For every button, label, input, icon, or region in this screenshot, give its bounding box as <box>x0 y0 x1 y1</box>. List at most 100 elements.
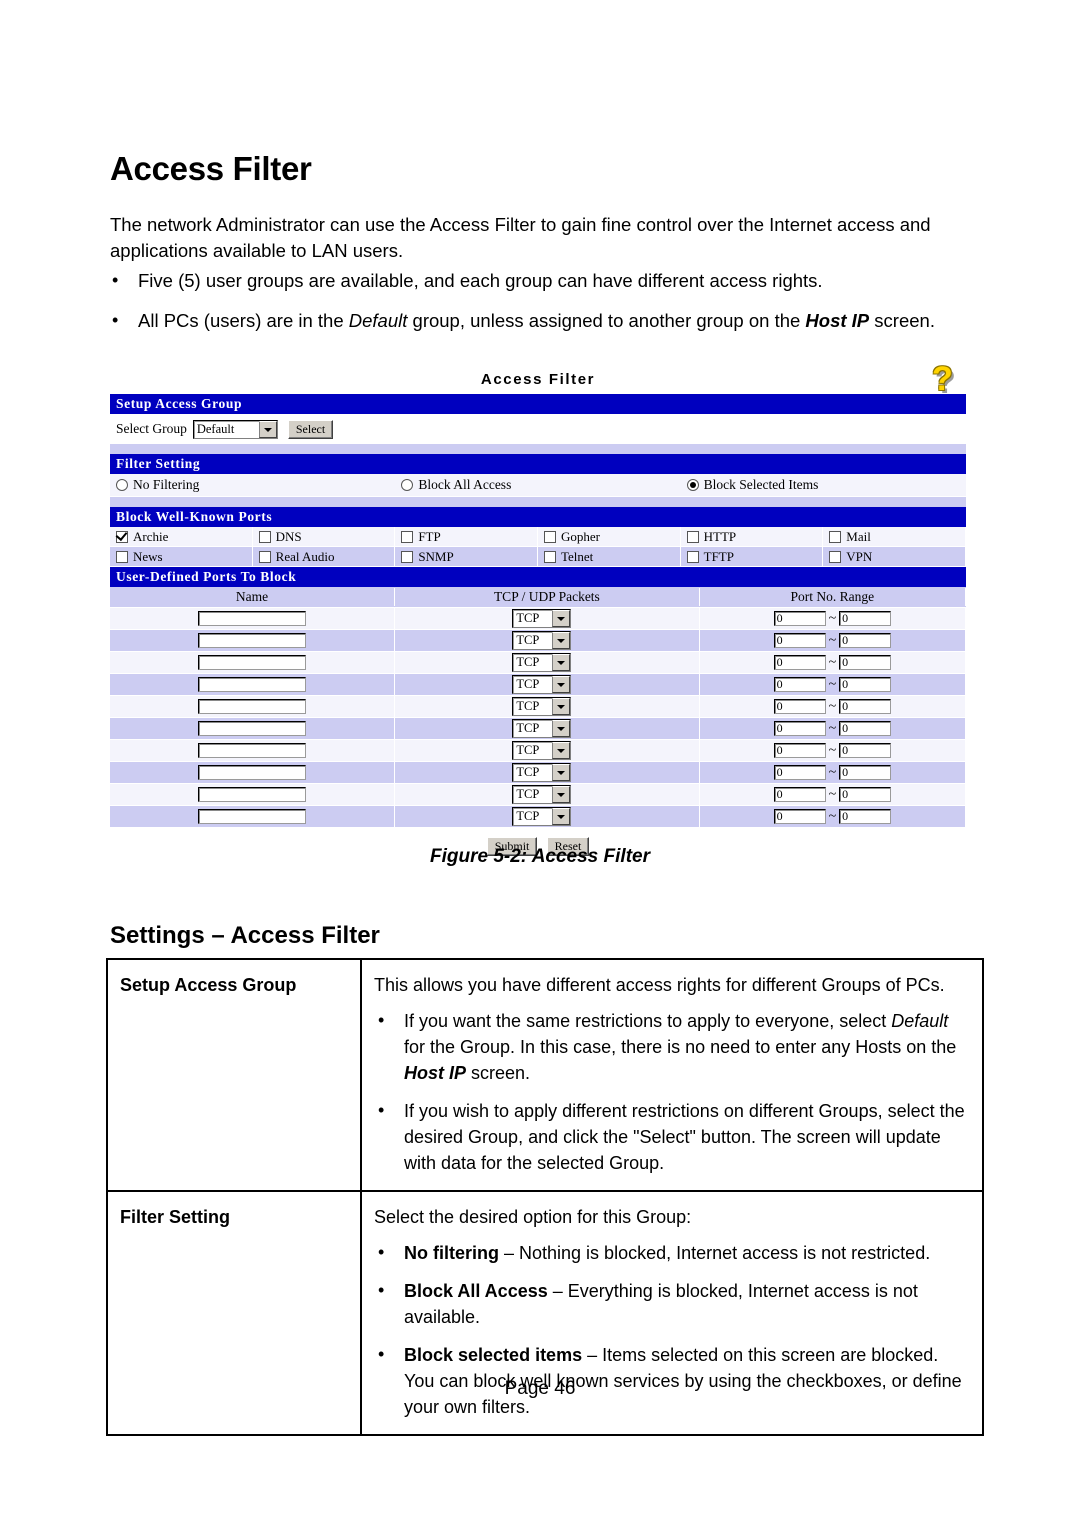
table-row: TCP ~ <box>110 674 966 696</box>
checkbox-gopher[interactable]: Gopher <box>537 527 681 547</box>
bullet-text-italic: Default <box>348 310 408 331</box>
port-range-cell: ~ <box>700 784 966 805</box>
protocol-select[interactable]: TCP <box>512 631 572 650</box>
checkbox-label: DNS <box>275 528 302 544</box>
checkbox-label: HTTP <box>703 528 737 544</box>
range-separator: ~ <box>828 632 837 648</box>
radio-option-no-filtering[interactable]: No Filtering <box>110 477 395 493</box>
port-start-input[interactable] <box>773 721 826 736</box>
checkbox-mail[interactable]: Mail <box>823 527 966 547</box>
chevron-down-icon <box>552 764 571 781</box>
protocol-select[interactable]: TCP <box>512 807 572 826</box>
select-button[interactable]: Select <box>287 419 334 439</box>
port-start-input[interactable] <box>773 633 826 648</box>
port-start-input[interactable] <box>773 765 826 780</box>
port-end-input[interactable] <box>839 721 892 736</box>
port-name-input[interactable] <box>198 787 307 802</box>
protocol-select[interactable]: TCP <box>512 719 572 738</box>
bullet-term: No filtering <box>404 1243 499 1263</box>
protocol-select[interactable]: TCP <box>512 741 572 760</box>
checkbox-dns[interactable]: DNS <box>252 527 396 547</box>
protocol-cell: TCP <box>395 784 700 805</box>
port-name-input[interactable] <box>198 655 307 670</box>
port-end-input[interactable] <box>839 743 892 758</box>
group-select[interactable]: Default <box>192 419 278 439</box>
section-header-setup-access-group: Setup Access Group <box>110 394 966 414</box>
checkbox-archie[interactable]: Archie <box>110 527 253 547</box>
chevron-down-icon <box>552 720 571 737</box>
checkbox-ftp[interactable]: FTP <box>395 527 538 547</box>
table-row: TCP ~ <box>110 718 966 740</box>
port-start-input[interactable] <box>773 809 826 824</box>
port-start-input[interactable] <box>773 743 826 758</box>
port-end-input[interactable] <box>839 765 892 780</box>
port-end-input[interactable] <box>839 787 892 802</box>
bullet-text-bolditalic: Host IP <box>805 310 870 331</box>
radio-option-block-all-access[interactable]: Block All Access <box>395 477 680 493</box>
page-number: Page 46 <box>504 1378 576 1399</box>
checkbox-tftp[interactable]: TFTP <box>680 547 824 567</box>
port-end-input[interactable] <box>839 677 892 692</box>
port-start-input[interactable] <box>773 655 826 670</box>
port-start-input[interactable] <box>773 677 826 692</box>
port-name-input[interactable] <box>198 699 307 714</box>
port-name-input[interactable] <box>198 743 307 758</box>
protocol-select[interactable]: TCP <box>512 785 572 804</box>
well-known-ports-row-1: Archie DNS FTP Gopher HTTP Mail <box>110 527 966 547</box>
checkbox-label: News <box>133 548 163 564</box>
checkbox-real-audio[interactable]: Real Audio <box>252 547 396 567</box>
checkbox-snmp[interactable]: SNMP <box>395 547 538 567</box>
protocol-select-value: TCP <box>516 611 540 625</box>
radio-option-block-selected-items[interactable]: Block Selected Items <box>681 477 966 493</box>
protocol-select[interactable]: TCP <box>512 609 572 628</box>
port-start-input[interactable] <box>773 611 826 626</box>
protocol-cell: TCP <box>395 652 700 673</box>
port-name-input[interactable] <box>198 765 307 780</box>
checkbox-icon <box>543 530 556 543</box>
checkbox-label: Telnet <box>560 548 594 564</box>
port-end-input[interactable] <box>839 611 892 626</box>
question-mark-glyph: ? <box>932 360 953 398</box>
checkbox-vpn[interactable]: VPN <box>823 547 966 567</box>
question-mark-help-icon[interactable]: ? <box>926 362 968 396</box>
table-row: TCP ~ <box>110 630 966 652</box>
port-end-input[interactable] <box>839 809 892 824</box>
chevron-down-icon <box>552 698 571 715</box>
port-name-cell <box>110 806 396 827</box>
filter-setting-options: No Filtering Block All Access Block Sele… <box>110 474 966 497</box>
port-name-input[interactable] <box>198 809 307 824</box>
port-name-cell <box>110 718 396 739</box>
port-name-input[interactable] <box>198 611 307 626</box>
bullet-text-mid: group, unless assigned to another group … <box>407 310 806 331</box>
port-end-input[interactable] <box>839 633 892 648</box>
port-name-cell <box>110 608 396 629</box>
port-start-input[interactable] <box>773 699 826 714</box>
bullet-dot-icon: • <box>378 1010 385 1030</box>
port-name-input[interactable] <box>198 721 307 736</box>
port-start-input[interactable] <box>773 787 826 802</box>
checkbox-http[interactable]: HTTP <box>680 527 824 547</box>
checkbox-telnet[interactable]: Telnet <box>537 547 681 567</box>
chevron-down-icon <box>552 786 571 803</box>
bullet-text-pre: All PCs (users) are in the <box>138 310 349 331</box>
port-name-input[interactable] <box>198 633 307 648</box>
checkbox-icon <box>686 550 699 563</box>
table-row: Setup Access Group This allows you have … <box>106 958 984 1192</box>
port-name-input[interactable] <box>198 677 307 692</box>
protocol-cell: TCP <box>395 608 700 629</box>
port-range-cell: ~ <box>700 608 966 629</box>
list-item: • Five (5) user groups are available, an… <box>110 268 990 294</box>
figure-caption: Figure 5-2: Access Filter <box>430 846 650 867</box>
protocol-select[interactable]: TCP <box>512 653 572 672</box>
router-ui-screenshot: Access Filter ? Setup Access Group Selec… <box>110 362 966 866</box>
protocol-select[interactable]: TCP <box>512 675 572 694</box>
radio-label: Block All Access <box>418 477 512 492</box>
range-separator: ~ <box>828 764 837 780</box>
protocol-select[interactable]: TCP <box>512 763 572 782</box>
checkbox-news[interactable]: News <box>110 547 253 567</box>
protocol-select[interactable]: TCP <box>512 697 572 716</box>
port-end-input[interactable] <box>839 655 892 670</box>
settings-lead-text: This allows you have different access ri… <box>374 975 945 995</box>
port-name-cell <box>110 762 396 783</box>
port-end-input[interactable] <box>839 699 892 714</box>
